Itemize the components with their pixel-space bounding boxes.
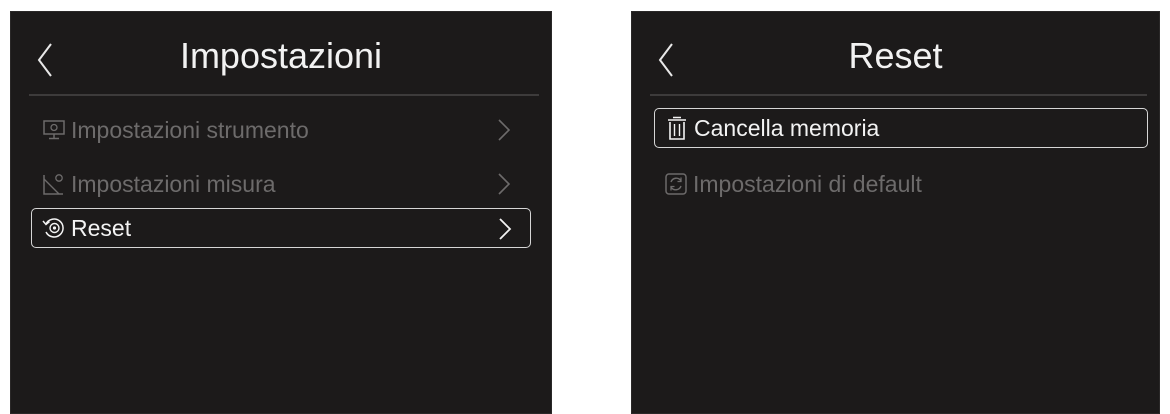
monitor-settings-icon — [43, 120, 65, 140]
menu-item-measure-settings[interactable]: Impostazioni misura — [37, 164, 529, 204]
page-title: Reset — [848, 35, 943, 76]
menu-item-label: Impostazioni di default — [693, 170, 922, 197]
trash-icon — [668, 116, 686, 140]
reset-gear-icon — [42, 218, 64, 238]
menu-item-label: Impostazioni misura — [71, 170, 276, 197]
chevron-right-icon — [499, 218, 512, 240]
refresh-icon — [665, 173, 687, 195]
menu-item-clear-memory[interactable]: Cancella memoria — [654, 108, 1148, 148]
settings-header: Impostazioni — [11, 12, 551, 94]
chevron-right-icon — [498, 173, 511, 195]
menu-item-label: Cancella memoria — [694, 114, 880, 141]
page-title: Impostazioni — [179, 35, 383, 76]
menu-item-label: Impostazioni strumento — [71, 116, 309, 143]
menu-item-default-settings[interactable]: Impostazioni di default — [654, 164, 1148, 204]
reset-header: Reset — [632, 12, 1159, 94]
header-divider — [650, 94, 1147, 96]
chevron-right-icon — [498, 119, 511, 141]
menu-item-label: Reset — [71, 214, 132, 241]
measure-settings-icon — [43, 174, 63, 195]
reset-screen: Reset Cancella memoria Impostazioni di d… — [631, 11, 1160, 414]
menu-item-instrument-settings[interactable]: Impostazioni strumento — [37, 110, 529, 150]
menu-item-reset[interactable]: Reset — [31, 208, 531, 248]
settings-screen: Impostazioni Impostazioni strumento Impo… — [10, 11, 552, 414]
header-divider — [29, 94, 539, 96]
